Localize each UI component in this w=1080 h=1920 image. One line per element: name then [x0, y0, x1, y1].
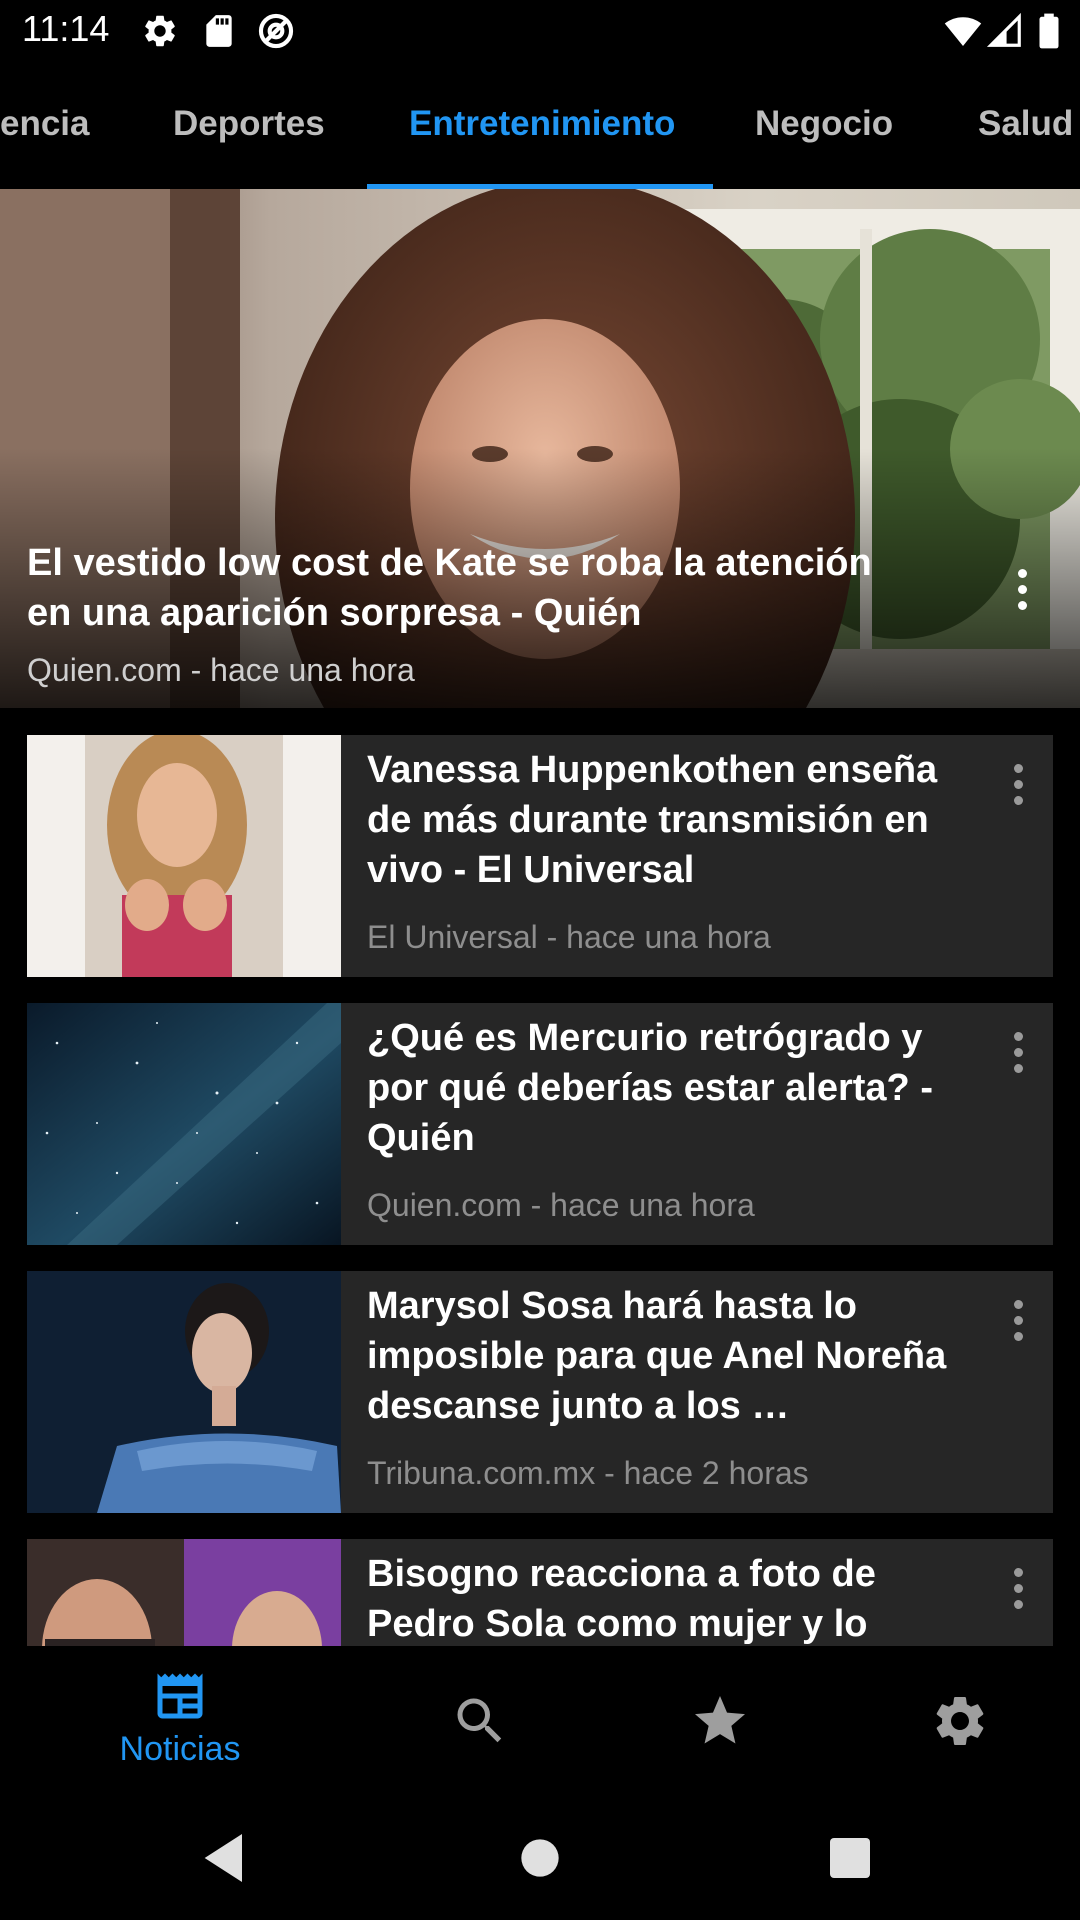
- tab-ciencia[interactable]: encia: [0, 62, 90, 189]
- nav-label-noticias: Noticias: [119, 1730, 241, 1768]
- star-icon: [695, 1696, 745, 1744]
- featured-article[interactable]: El vestido low cost de Kate se roba la a…: [0, 189, 1080, 708]
- nav-item-favorites[interactable]: [585, 1646, 855, 1796]
- featured-article-meta: Quien.com - hace una hora: [27, 652, 415, 688]
- article-list[interactable]: Vanessa Huppenkothen enseña de más duran…: [0, 708, 1080, 1646]
- at-sign-icon: [258, 13, 294, 49]
- recents-icon[interactable]: [818, 1826, 882, 1890]
- more-options-icon[interactable]: [993, 1285, 1043, 1355]
- list-item[interactable]: ¿Qué es Mercurio retrógrado y por qué de…: [27, 1003, 1053, 1245]
- article-thumbnail: [27, 1539, 341, 1646]
- battery-icon: [1039, 13, 1059, 49]
- article-thumbnail: [27, 735, 341, 977]
- more-options-icon[interactable]: [993, 1017, 1043, 1087]
- bottom-navigation: Noticias: [0, 1646, 1080, 1796]
- article-title: Marysol Sosa hará hasta lo imposible par…: [367, 1285, 947, 1427]
- system-navigation-bar: [0, 1796, 1080, 1920]
- wifi-icon: [944, 17, 982, 47]
- article-title: Vanessa Huppenkothen enseña de más duran…: [367, 749, 938, 891]
- back-icon[interactable]: [194, 1826, 258, 1890]
- article-meta: Tribuna.com.mx - hace 2 horas: [367, 1455, 809, 1491]
- tab-salud[interactable]: Salud: [978, 62, 1073, 189]
- nav-item-settings[interactable]: [825, 1646, 1080, 1796]
- status-bar: 11:14: [0, 0, 1080, 62]
- list-item[interactable]: Marysol Sosa hará hasta lo imposible par…: [27, 1271, 1053, 1513]
- nav-item-search[interactable]: [345, 1646, 615, 1796]
- article-title: ¿Qué es Mercurio retrógrado y por qué de…: [367, 1017, 933, 1159]
- article-meta: El Universal - hace una hora: [367, 919, 771, 955]
- status-time: 11:14: [22, 8, 110, 49]
- sd-card-icon: [206, 15, 232, 47]
- nav-item-noticias[interactable]: Noticias: [45, 1646, 315, 1796]
- settings-icon: [936, 1697, 984, 1745]
- article-thumbnail: [27, 1003, 341, 1245]
- list-item[interactable]: Vanessa Huppenkothen enseña de más duran…: [27, 735, 1053, 977]
- list-item[interactable]: Bisogno reacciona a foto de Pedro Sola c…: [27, 1539, 1053, 1646]
- settings-gear-icon: [145, 15, 175, 47]
- featured-more-options-icon[interactable]: [997, 554, 1047, 624]
- article-title: Bisogno reacciona a foto de Pedro Sola c…: [367, 1553, 876, 1645]
- signal-icon: [986, 12, 1021, 47]
- tab-negocio[interactable]: Negocio: [755, 62, 893, 189]
- article-meta: Quien.com - hace una hora: [367, 1187, 755, 1223]
- article-thumbnail: [27, 1271, 341, 1513]
- tab-deportes[interactable]: Deportes: [173, 62, 325, 189]
- tab-entretenimiento[interactable]: Entretenimiento: [409, 62, 675, 189]
- featured-article-title: El vestido low cost de Kate se roba la a…: [27, 542, 872, 634]
- more-options-icon[interactable]: [993, 749, 1043, 819]
- search-icon: [457, 1698, 502, 1743]
- category-tab-bar: encia Deportes Entretenimiento Negocio S…: [0, 62, 1080, 189]
- news-icon: [157, 1673, 203, 1719]
- home-icon[interactable]: [508, 1826, 572, 1890]
- more-options-icon[interactable]: [993, 1553, 1043, 1623]
